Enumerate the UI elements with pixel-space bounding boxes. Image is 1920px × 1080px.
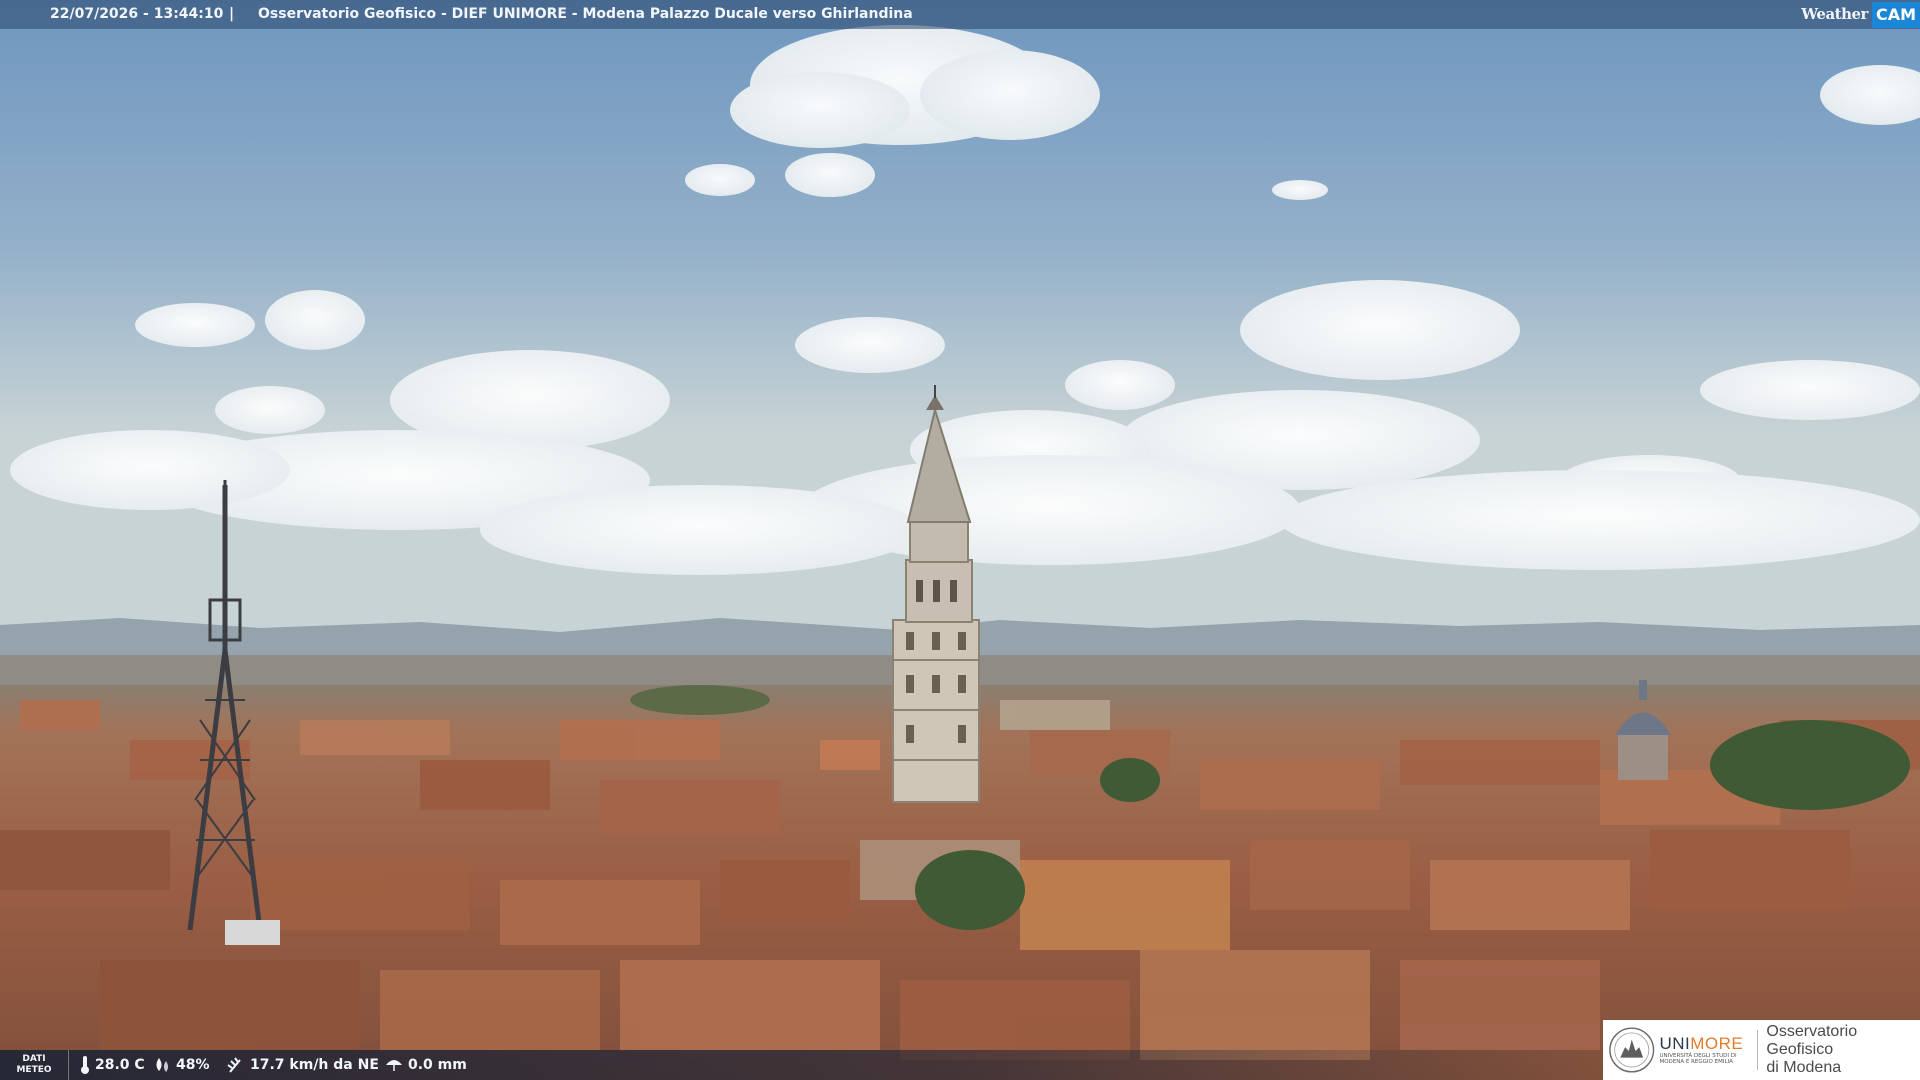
camera-caption: Osservatorio Geofisico - DIEF UNIMORE - … (258, 6, 913, 22)
rain-value: 0.0 mm (408, 1057, 467, 1073)
observatory-line2: di Modena (1766, 1059, 1842, 1076)
temperature-reading: 28.0 C (80, 1050, 145, 1080)
wind-value: 17.7 km/h da NE (250, 1057, 379, 1073)
rain-reading: 0.0 mm (385, 1050, 467, 1080)
timestamp: 22/07/2026 - 13:44:10 (50, 6, 224, 22)
unimore-name-part1: UNI (1659, 1034, 1691, 1053)
temperature-value: 28.0 C (95, 1057, 145, 1073)
unimore-wordmark: UNIMORE UNIVERSITÀ DEGLI STUDI DI MODENA… (1659, 1035, 1749, 1066)
weather-data-label: DATI METEO (0, 1050, 69, 1080)
unimore-name-part2: MORE (1690, 1034, 1744, 1053)
wind-reading: 17.7 km/h da NE (227, 1050, 379, 1080)
observatory-line1: Osservatorio Geofisico (1766, 1023, 1858, 1058)
weather-label-line1: DATI (22, 1054, 46, 1064)
unimore-badge: UNIMORE UNIVERSITÀ DEGLI STUDI DI MODENA… (1603, 1020, 1920, 1080)
wind-icon (227, 1057, 241, 1073)
badge-divider (1757, 1030, 1759, 1070)
weathercam-logo: Weather CAM (1801, 0, 1920, 29)
observatory-name: Osservatorio Geofisico di Modena (1766, 1023, 1920, 1077)
webcam-photo (0, 0, 1920, 1080)
humidity-drops-icon (156, 1058, 168, 1072)
caption-separator: | (229, 6, 235, 22)
weathercam-logo-text: Weather (1801, 5, 1868, 23)
weather-label-line2: METEO (16, 1065, 52, 1075)
unimore-subtitle: UNIVERSITÀ DEGLI STUDI DI MODENA E REGGI… (1659, 1053, 1737, 1065)
umbrella-icon (386, 1060, 402, 1071)
unimore-seal-icon (1609, 1027, 1655, 1073)
weathercam-logo-cam: CAM (1871, 1, 1920, 28)
humidity-value: 48% (176, 1057, 210, 1073)
caption-bar: 22/07/2026 - 13:44:10 | Osservatorio Geo… (0, 0, 1920, 29)
weather-data-bar: DATI METEO 28.0 C 48% 17.7 km/h da NE 0.… (0, 1050, 1600, 1080)
thermometer-icon (81, 1056, 89, 1074)
humidity-reading: 48% (153, 1050, 210, 1080)
unimore-name: UNIMORE (1659, 1035, 1749, 1053)
